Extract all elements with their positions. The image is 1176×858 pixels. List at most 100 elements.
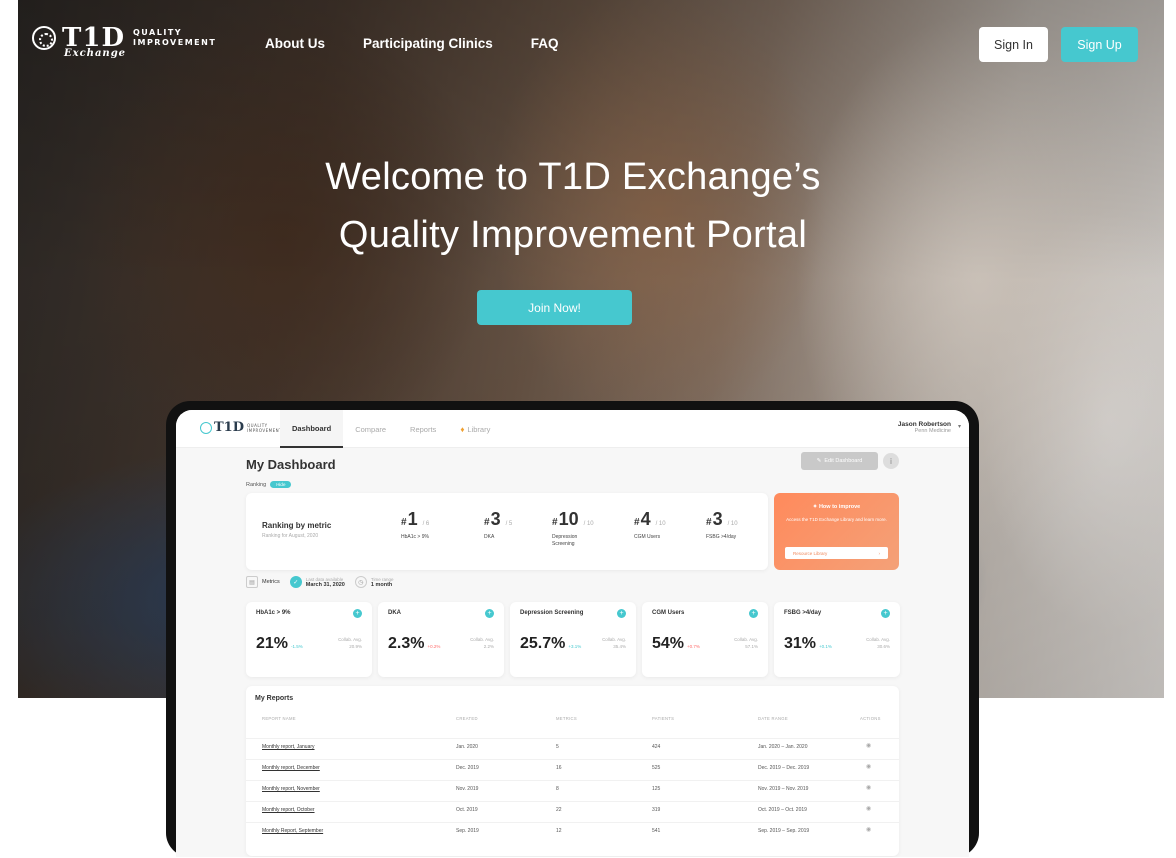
table-row[interactable]: Monthly report, October Oct. 2019 22 319… — [246, 801, 899, 815]
report-patients: 525 — [652, 765, 661, 771]
resource-library-label: Resource Library — [793, 550, 828, 556]
rank-item: #3 / 5 DKA — [484, 509, 554, 541]
eye-icon[interactable]: ◉ — [866, 826, 871, 833]
tab-compare[interactable]: Compare — [343, 410, 398, 448]
trophy-icon: ♦ — [460, 424, 465, 434]
sign-in-button[interactable]: Sign In — [979, 27, 1048, 62]
site-logo[interactable]: T1D Exchange QUALITY IMPROVEMENT — [32, 25, 217, 59]
report-name-link[interactable]: Monthly Report, September — [262, 828, 323, 834]
ranking-toggle-row: Ranking Hide — [246, 481, 292, 488]
collab-average: Collab. Avg. 20.9% — [338, 636, 362, 650]
metric-card-hba1c[interactable]: HbA1c > 9% + 21% -1.5% Collab. Avg. 20.9% — [246, 602, 372, 677]
report-created: Dec. 2019 — [456, 765, 479, 771]
plus-icon[interactable]: + — [485, 609, 494, 618]
sign-up-button[interactable]: Sign Up — [1061, 27, 1138, 62]
ranking-card: Ranking by metric Ranking for August, 20… — [246, 493, 768, 570]
logo-tagline-line1: QUALITY — [133, 28, 183, 37]
ranking-toggle-pill[interactable]: Hide — [270, 481, 292, 488]
metric-value: 54% +0.7% — [652, 635, 700, 653]
rank-value: 1 — [407, 509, 418, 529]
report-name-link[interactable]: Monthly report, October — [262, 807, 315, 813]
last-data-value: March 31, 2020 — [305, 581, 345, 588]
nav-link-faq[interactable]: FAQ — [531, 36, 559, 51]
ranking-label: Ranking — [246, 481, 267, 488]
collab-average-value: 35.4% — [613, 644, 626, 649]
eye-icon[interactable]: ◉ — [866, 742, 871, 749]
table-row[interactable]: Monthly Report, September Sep. 2019 12 5… — [246, 822, 899, 836]
user-organization: Penn Medicine — [914, 428, 951, 434]
last-data-available: ✓ Last data available March 31, 2020 — [289, 576, 345, 588]
plus-icon[interactable]: + — [749, 609, 758, 618]
app-header: T1D QUALITY IMPROVEMENT Dashboard Compar… — [176, 410, 969, 448]
improve-title-text: How to improve — [818, 504, 861, 510]
logo-tagline-line2: IMPROVEMENT — [133, 38, 217, 47]
resource-library-button[interactable]: Resource Library › — [785, 547, 888, 559]
time-range-label: Time range — [370, 576, 394, 582]
tab-compare-label: Compare — [355, 424, 387, 434]
last-data-text: Last data available March 31, 2020 — [306, 577, 345, 588]
improve-title: ✦ How to improve — [774, 504, 899, 510]
plus-icon[interactable]: + — [617, 609, 626, 618]
report-name-link[interactable]: Monthly report, January — [262, 744, 315, 750]
report-patients: 424 — [652, 744, 661, 750]
eye-icon[interactable]: ◉ — [866, 784, 871, 791]
table-row[interactable]: Monthly report, December Dec. 2019 16 52… — [246, 759, 899, 773]
collab-average: Collab. Avg. 57.1% — [734, 636, 758, 650]
metric-value: 25.7% +3.1% — [520, 635, 581, 653]
report-name-link[interactable]: Monthly report, December — [262, 765, 320, 771]
last-data-label: Last data available — [305, 576, 344, 582]
metric-name: DKA — [388, 610, 401, 616]
metric-delta: +3.1% — [568, 644, 582, 649]
tab-library[interactable]: ♦ Library — [448, 410, 502, 448]
rank-label: FSBG >4/day — [706, 534, 737, 540]
collab-average-label: Collab. Avg. — [602, 637, 626, 642]
plus-icon[interactable]: + — [353, 609, 362, 618]
metric-card-depression-screening[interactable]: Depression Screening + 25.7% +3.1% Collab… — [510, 602, 636, 677]
metric-value-number: 21% — [256, 635, 289, 652]
column-header: DATE RANGE — [758, 716, 788, 721]
report-name-link[interactable]: Monthly report, November — [262, 786, 320, 792]
table-row[interactable]: Monthly report, November Nov. 2019 8 125… — [246, 780, 899, 794]
metric-card-cgm-users[interactable]: CGM Users + 54% +0.7% Collab. Avg. 57.1% — [642, 602, 768, 677]
app-logo[interactable]: T1D QUALITY IMPROVEMENT — [200, 420, 282, 435]
rank-label: DKA — [484, 534, 495, 540]
ranking-card-title: Ranking by metric — [262, 521, 332, 530]
rank-item: #1 / 6 HbA1c > 9% — [401, 509, 471, 541]
info-icon[interactable]: i — [883, 453, 899, 469]
report-date-range: Dec. 2019 – Dec. 2019 — [758, 765, 810, 771]
join-now-button[interactable]: Join Now! — [477, 290, 632, 325]
metric-card-fsbg[interactable]: FSBG >4/day + 31% +0.1% Collab. Avg. 30.6% — [774, 602, 900, 677]
nav-link-about-us[interactable]: About Us — [265, 36, 325, 51]
clock-icon: ◷ — [354, 576, 367, 588]
pencil-icon: ✎ — [816, 458, 822, 464]
rank-value: 3 — [712, 509, 723, 529]
column-header: PATIENTS — [652, 716, 675, 721]
how-to-improve-card: ✦ How to improve Access the T1D Exchange… — [774, 493, 899, 570]
time-range-selector[interactable]: ◷ Time range 1 month — [354, 576, 394, 588]
tab-dashboard[interactable]: Dashboard — [280, 410, 344, 448]
collab-average: Collab. Avg. 30.6% — [866, 636, 890, 650]
user-menu[interactable]: Jason Robertson Penn Medicine ▾ — [898, 421, 961, 434]
report-created: Nov. 2019 — [456, 786, 479, 792]
tab-library-label: Library — [467, 424, 491, 434]
eye-icon[interactable]: ◉ — [866, 805, 871, 812]
report-date-range: Jan. 2020 – Jan. 2020 — [758, 744, 808, 750]
rank-of: / 5 — [505, 521, 513, 527]
report-patients: 125 — [652, 786, 661, 792]
hero-title-line1: Welcome to T1D Exchange’s — [325, 156, 821, 198]
metric-card-dka[interactable]: DKA + 2.3% +0.2% Collab. Avg. 2.2% — [378, 602, 504, 677]
report-date-range: Oct. 2019 – Oct. 2019 — [758, 807, 807, 813]
table-row[interactable]: Monthly report, January Jan. 2020 5 424 … — [246, 738, 899, 752]
dashboard-screen: T1D QUALITY IMPROVEMENT Dashboard Compar… — [176, 410, 969, 857]
rank-label: HbA1c > 9% — [401, 534, 429, 540]
eye-icon[interactable]: ◉ — [866, 763, 871, 770]
metric-value-number: 25.7% — [520, 635, 566, 652]
tab-reports[interactable]: Reports — [398, 410, 448, 448]
metric-value-number: 2.3% — [388, 635, 425, 652]
nav-link-participating-clinics[interactable]: Participating Clinics — [363, 36, 493, 51]
edit-dashboard-button[interactable]: ✎ Edit Dashboard — [801, 452, 878, 470]
metrics-selector[interactable]: ▤ Metrics — [246, 576, 280, 588]
plus-icon[interactable]: + — [881, 609, 890, 618]
rank-value: 10 — [558, 509, 579, 529]
column-header: CREATED — [456, 716, 478, 721]
